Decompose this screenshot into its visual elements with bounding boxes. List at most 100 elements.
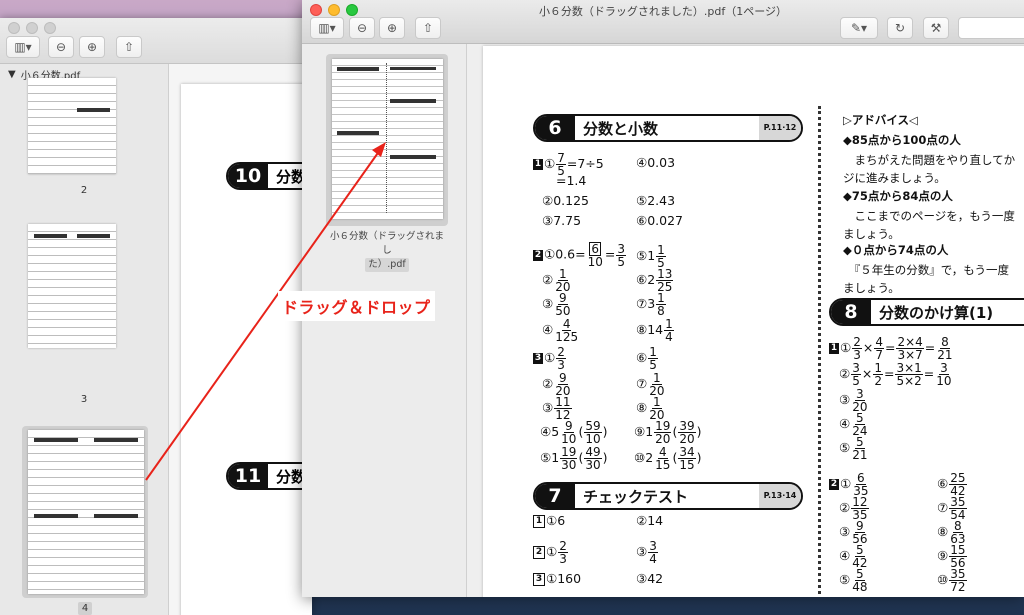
share-button[interactable]: ⇧ xyxy=(116,36,142,58)
zoom-in-icon: ⊕ xyxy=(386,21,398,35)
section-7-banner: 7 チェックテスト P.13·14 xyxy=(533,482,803,510)
mult2-answer-1: 2 ① 6 35 xyxy=(829,471,869,498)
q1-answer-6: ⑥0.027 xyxy=(636,213,683,228)
advice-line-5: ここまでのページを，もう一度 xyxy=(843,209,1015,223)
advice-line-6: ましょう。 xyxy=(843,227,900,241)
back-preview-window[interactable]: ▥▾ ⊖ ⊕ ⇧ ▼ 小６分数.pdf 2 3 4 10 分数 11 分数 xyxy=(0,18,312,615)
page-number-4: 4 xyxy=(81,603,89,614)
dropped-page-thumbnail[interactable] xyxy=(332,59,443,219)
advice-line-8: 『５年生の分数』で，もう一度 xyxy=(843,263,1009,277)
window-title: 小６分数（ドラッグされました）.pdf（1ページ） xyxy=(538,5,788,18)
advice-line-7: ◆０点から74点の人 xyxy=(843,243,949,257)
q3-answer-5: ⑤1 19 30(49 30) xyxy=(540,445,608,472)
mult2-answer-9: ⑨ 15 56 xyxy=(937,543,967,570)
pen-icon: ✎▾ xyxy=(850,21,868,35)
mult2-answer-8: ⑧ 8 63 xyxy=(937,519,966,546)
q2-answer-3: ③ 9 50 xyxy=(542,291,571,318)
q2-answer-2: ② 1 20 xyxy=(542,267,571,294)
q2-answer-5: ⑤1 1 5 xyxy=(636,243,666,270)
q1-answer-5: ⑤2.43 xyxy=(636,193,676,208)
thumbnail-caption: 小６分数（ドラッグされまし た）.pdf xyxy=(329,231,444,272)
mult2-answer-2: ② 12 35 xyxy=(839,495,869,522)
mult2-answer-4: ④ 5 42 xyxy=(839,543,868,570)
q3-answer-8: ⑧ 1 20 xyxy=(636,395,665,422)
document-page: 6 分数と小数 P.11·12 1 ① 7 5 =7÷5 =1.4 ②0.125 ③7.… xyxy=(483,46,1024,597)
sidebar-toggle-button[interactable]: ▥▾ xyxy=(6,36,40,58)
test-answer-4: ③34 xyxy=(636,539,658,566)
mult-answer-4: ④ 5 24 xyxy=(839,411,868,438)
zoom-button[interactable] xyxy=(44,22,56,34)
section-banner-11: 11 分数 xyxy=(226,462,312,490)
advice-line-4: ◆75点から84点の人 xyxy=(843,189,953,203)
mult2-answer-3: ③ 9 56 xyxy=(839,519,868,546)
page-thumbnail-2[interactable] xyxy=(28,78,116,174)
rotate-icon: ↻ xyxy=(894,21,906,35)
markup-pen-button[interactable]: ✎▾ xyxy=(840,17,878,39)
disclosure-triangle-icon[interactable]: ▼ xyxy=(8,69,16,80)
q3-answer-1: 3①23 xyxy=(533,345,566,372)
q3-answer-10: ⑩2 4 15(34 15) xyxy=(634,445,702,472)
page-thumbnail-4[interactable] xyxy=(28,430,144,594)
advice-line-2: まちがえた問題をやり直してか xyxy=(843,153,1016,167)
zoom-in-icon: ⊕ xyxy=(86,40,98,54)
minimize-button[interactable] xyxy=(26,22,38,34)
sidebar-icon: ▥▾ xyxy=(14,40,32,54)
q1-answer-3: ③7.75 xyxy=(542,213,582,228)
mult-answer-2: ② 3 5 × 1 2 = 3×1 5×2 = 3 10 xyxy=(839,361,952,388)
zoom-out-icon: ⊖ xyxy=(55,40,67,54)
back-document-area[interactable]: 10 分数 11 分数 xyxy=(169,64,312,615)
advice-line-3: ジに進みましょう。 xyxy=(843,171,946,185)
back-window-titlebar[interactable]: ▥▾ ⊖ ⊕ ⇧ xyxy=(0,18,312,64)
section-banner-10: 10 分数 xyxy=(226,162,312,190)
q2-answer-7: ⑦3 1 8 xyxy=(636,291,666,318)
zoom-in-button[interactable]: ⊕ xyxy=(379,17,405,39)
mult-answer-5: ⑤ 5 21 xyxy=(839,435,868,462)
close-button[interactable] xyxy=(8,22,20,34)
q3-answer-6: ⑥15 xyxy=(636,345,658,372)
q1-answer-4: ④0.03 xyxy=(636,155,676,170)
toolbox-icon: ⚒ xyxy=(930,21,942,35)
section-6-banner: 6 分数と小数 P.11·12 xyxy=(533,114,803,142)
advice-title: ▷アドバイス◁ xyxy=(843,113,918,127)
zoom-out-button[interactable]: ⊖ xyxy=(48,36,74,58)
test-answer-3: 2①23 xyxy=(533,540,569,565)
rotate-button[interactable]: ↻ xyxy=(887,17,913,39)
page-number-3: 3 xyxy=(80,394,88,405)
q2-answer-8: ⑧14 1 4 xyxy=(636,317,674,344)
back-document-page: 10 分数 11 分数 xyxy=(181,84,312,615)
q3-answer-7: ⑦ 1 20 xyxy=(636,371,665,398)
drag-and-drop-label: ドラッグ＆ドロップ xyxy=(278,291,435,321)
markup-toolbox-button[interactable]: ⚒ xyxy=(923,17,949,39)
q3-answer-2: ② 9 20 xyxy=(542,371,571,398)
test-answer-6: ③42 xyxy=(636,571,664,586)
q3-answer-9: ⑨1 19 20(39 20) xyxy=(634,419,702,446)
mult2-answer-10: ⑩ 35 72 xyxy=(937,567,967,594)
advice-line-9: ましょう。 xyxy=(843,281,900,295)
mult-answer-1: 1 ① 2 3 × 4 7 = 2×4 3×7 = 8 21 xyxy=(829,335,953,362)
q2-answer-6: ⑥2 13 25 xyxy=(636,267,674,294)
sidebar-toggle-button[interactable]: ▥▾ xyxy=(310,17,344,39)
test-answer-1: 1 ①6 xyxy=(533,514,565,528)
q1-answer-1-result: =1.4 xyxy=(556,173,587,188)
q2-answer-4: ④ 4 125 xyxy=(542,317,579,344)
share-icon: ⇧ xyxy=(422,21,434,35)
page-thumbnail-3[interactable] xyxy=(28,224,116,348)
zoom-in-button[interactable]: ⊕ xyxy=(79,36,105,58)
front-window-titlebar[interactable]: 小６分数（ドラッグされました）.pdf（1ページ） ▥▾ ⊖ ⊕ ⇧ ✎▾ ↻ … xyxy=(302,0,1024,44)
share-button[interactable]: ⇧ xyxy=(415,17,441,39)
q3-answer-3: ③ 11 12 xyxy=(542,395,572,422)
test-answer-2: ②14 xyxy=(636,513,664,528)
mult-answer-3: ③ 3 20 xyxy=(839,387,868,414)
back-thumbnail-sidebar[interactable]: ▼ 小６分数.pdf 2 3 4 xyxy=(0,64,169,615)
zoom-out-button[interactable]: ⊖ xyxy=(349,17,375,39)
column-divider xyxy=(818,106,821,597)
q1-answer-2: ②0.125 xyxy=(542,193,589,208)
q3-answer-4: ④5 9 10(59 10) xyxy=(540,419,608,446)
test-answer-5: 3 ①160 xyxy=(533,572,581,586)
page-number-2: 2 xyxy=(80,185,88,196)
section-8-banner: 8 分数のかけ算(1) xyxy=(829,298,1024,326)
mult2-answer-5: ⑤ 5 48 xyxy=(839,567,868,594)
mult2-answer-7: ⑦ 35 54 xyxy=(937,495,967,522)
document-view[interactable]: 6 分数と小数 P.11·12 1 ① 7 5 =7÷5 =1.4 ②0.125 ③7.… xyxy=(467,44,1024,597)
search-input[interactable] xyxy=(958,17,1024,39)
